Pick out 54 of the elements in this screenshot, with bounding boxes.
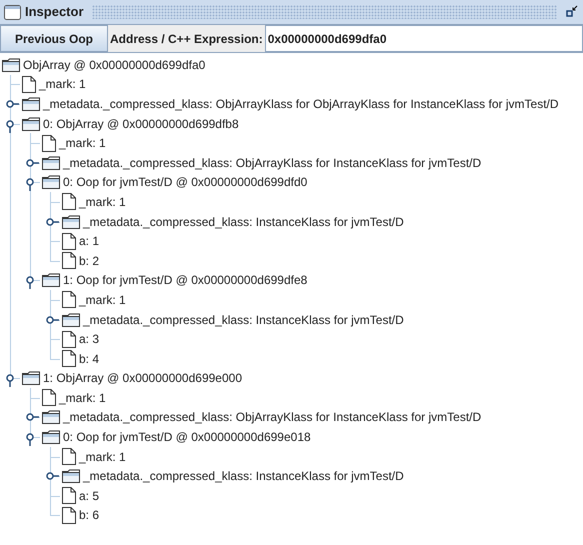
tree-node-label[interactable]: a: 5 [79,486,100,505]
folder-icon [62,312,80,327]
tree-node-label[interactable]: 1: ObjArray @ 0x00000000d699e000 [43,369,242,388]
window-icon [4,4,21,20]
tree-node-label[interactable]: 0: Oop for jvmTest/D @ 0x00000000d699e018 [63,428,311,446]
document-icon [22,76,36,93]
address-field[interactable]: 0x00000000d699dfa0 [264,25,583,52]
folder-icon [42,156,60,170]
folder-icon [42,175,60,190]
tree-node-label[interactable]: _metadata._compressed_klass: InstanceKlass for jvmTest/D [83,310,404,329]
document-icon [62,193,76,210]
tree-node-label[interactable]: b: 6 [79,506,100,524]
tree-node-label[interactable]: a: 1 [79,232,100,250]
document-icon [62,350,76,368]
document-icon [62,448,76,466]
document-icon [62,487,76,504]
folder-icon [42,410,60,424]
tree-node-label[interactable]: _metadata._compressed_klass: ObjArrayKlass for InstanceKlass for jvmTest/D [63,408,482,426]
document-icon [62,506,76,524]
tree-node-label[interactable]: _metadata._compressed_klass: ObjArrayKlass for ObjArrayKlass for InstanceKlass for jvmTest/D [43,94,559,113]
tree-node-label[interactable]: _metadata._compressed_klass: ObjArrayKlass for InstanceKlass for jvmTest/D [63,154,482,172]
document-icon [42,134,56,152]
folder-icon [42,273,60,288]
window-title: Inspector [25,3,84,22]
folder-icon [42,430,60,444]
tree-node-label[interactable]: 1: Oop for jvmTest/D @ 0x00000000d699dfe8 [63,271,308,290]
tree-node-label[interactable]: b: 4 [79,350,100,368]
document-icon [62,252,76,270]
tree-node-label[interactable]: _mark: 1 [79,192,126,211]
previous-oop-button[interactable]: Previous Oop [0,25,108,52]
tree-node-label[interactable]: _mark: 1 [79,448,126,466]
folder-icon [22,96,40,111]
tree-node-label[interactable]: _mark: 1 [39,75,86,94]
tree-node-label[interactable]: _mark: 1 [59,388,106,407]
folder-icon [62,469,80,484]
tree-node-label[interactable]: 0: ObjArray @ 0x00000000d699dfb8 [43,114,239,133]
tree-node-label[interactable]: b: 2 [79,252,100,270]
tree-node-label[interactable]: a: 3 [79,330,100,348]
tree-node-label[interactable]: _mark: 1 [79,290,126,309]
minimize-icon[interactable] [565,5,579,19]
tree-node-label[interactable]: 0: Oop for jvmTest/D @ 0x00000000d699dfd0 [63,173,308,192]
tree-node-label[interactable]: _metadata._compressed_klass: InstanceKlass for jvmTest/D [83,467,404,486]
folder-icon [62,214,80,229]
document-icon [62,291,76,308]
tree-node-label[interactable]: ObjArray @ 0x00000000d699dfa0 [23,56,206,74]
tree-node-label[interactable]: _mark: 1 [59,134,106,152]
folder-icon [22,371,40,386]
document-icon [62,330,76,348]
title-bar-grip[interactable] [92,5,557,19]
tree-node-label[interactable]: _metadata._compressed_klass: InstanceKlass for jvmTest/D [83,212,404,231]
folder-icon [22,116,40,131]
address-label: Address / C++ Expression: [109,30,264,48]
document-icon [62,232,76,250]
document-icon [42,389,56,406]
